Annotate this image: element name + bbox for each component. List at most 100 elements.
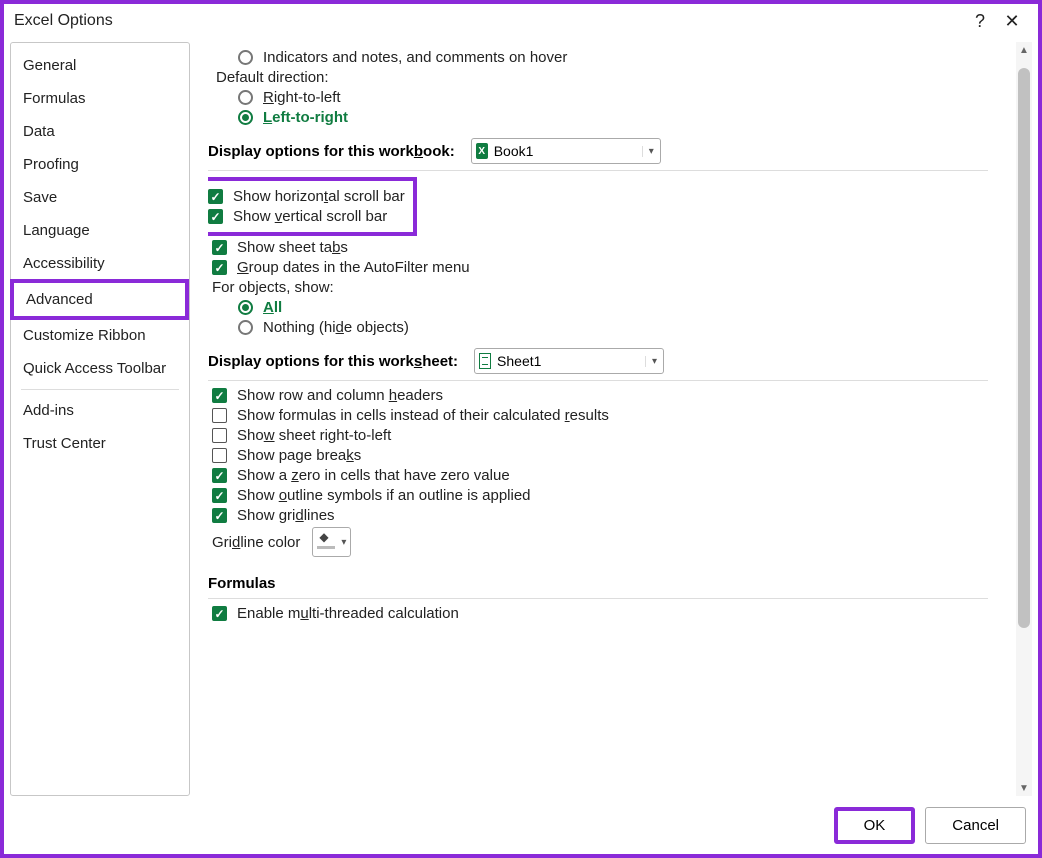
show-tabs-label: Show sheet tabs	[237, 239, 348, 256]
radio-indicators[interactable]	[238, 50, 253, 65]
show-tabs-row[interactable]: Show sheet tabs	[212, 239, 1010, 256]
sidebar-item-customize-ribbon[interactable]: Customize Ribbon	[11, 319, 189, 352]
ltr-row[interactable]: Left-to-right	[208, 109, 1010, 126]
sidebar-separator	[21, 389, 179, 390]
workbook-dropdown[interactable]: X Book1 ▾	[471, 138, 661, 164]
worksheet-section-header: Display options for this worksheet: Shee…	[208, 348, 1010, 374]
checkbox-outline[interactable]	[212, 488, 227, 503]
default-direction-label: Default direction:	[216, 69, 1010, 86]
gridline-color-label: Gridline color	[212, 534, 300, 551]
indicators-row[interactable]: Indicators and notes, and comments on ho…	[208, 49, 1010, 66]
pagebreaks-label: Show page breaks	[237, 447, 361, 464]
worksheet-section-title: Display options for this worksheet:	[208, 353, 458, 370]
formulas-section-header: Formulas	[208, 575, 1010, 592]
sidebar-item-language[interactable]: Language	[11, 214, 189, 247]
scroll-up-icon[interactable]: ▲	[1016, 42, 1032, 58]
ok-button[interactable]: OK	[834, 807, 916, 844]
chevron-down-icon: ▾	[645, 356, 663, 367]
sheet-icon	[479, 353, 491, 369]
cancel-button[interactable]: Cancel	[925, 807, 1026, 844]
checkbox-rowcol[interactable]	[212, 388, 227, 403]
excel-options-dialog: Excel Options ? ✕ General Formulas Data …	[0, 0, 1042, 858]
dialog-footer: OK Cancel	[834, 807, 1026, 844]
radio-rtl[interactable]	[238, 90, 253, 105]
rtl-label: Right-to-left	[263, 89, 341, 106]
sidebar-item-addins[interactable]: Add-ins	[11, 394, 189, 427]
help-icon[interactable]: ?	[964, 11, 996, 32]
options-panel: Indicators and notes, and comments on ho…	[208, 42, 1032, 796]
sidebar-item-data[interactable]: Data	[11, 115, 189, 148]
workbook-section-header: Display options for this workbook: X Boo…	[208, 138, 1010, 164]
nothing-row[interactable]: Nothing (hide objects)	[208, 319, 1010, 336]
titlebar: Excel Options ? ✕	[4, 4, 1038, 38]
gridlines-row[interactable]: Show gridlines	[212, 507, 1010, 524]
rowcol-label: Show row and column headers	[237, 387, 443, 404]
scroll-thumb[interactable]	[1018, 68, 1030, 628]
workbook-dropdown-value: Book1	[492, 143, 540, 159]
gridline-color-picker[interactable]: ▾	[312, 527, 351, 557]
sidebar-item-accessibility[interactable]: Accessibility	[11, 247, 189, 280]
worksheet-dropdown[interactable]: Sheet1 ▾	[474, 348, 664, 374]
zero-row[interactable]: Show a zero in cells that have zero valu…	[212, 467, 1010, 484]
checkbox-gridlines[interactable]	[212, 508, 227, 523]
rtl-sheet-row[interactable]: Show sheet right-to-left	[212, 427, 1010, 444]
show-v-scroll-label: Show vertical scroll bar	[233, 208, 387, 225]
excel-icon: X	[476, 143, 488, 159]
checkbox-v-scroll[interactable]	[208, 209, 223, 224]
indicators-label: Indicators and notes, and comments on ho…	[263, 49, 567, 66]
sidebar-item-formulas[interactable]: Formulas	[11, 82, 189, 115]
group-dates-row[interactable]: Group dates in the AutoFilter menu	[212, 259, 1010, 276]
outline-row[interactable]: Show outline symbols if an outline is ap…	[212, 487, 1010, 504]
ltr-label: Left-to-right	[263, 109, 348, 126]
sidebar-item-save[interactable]: Save	[11, 181, 189, 214]
close-icon[interactable]: ✕	[996, 11, 1028, 32]
radio-all[interactable]	[238, 300, 253, 315]
checkbox-rtl-sheet[interactable]	[212, 428, 227, 443]
gridline-color-row: Gridline color ▾	[212, 527, 1010, 557]
multithread-row[interactable]: Enable multi-threaded calculation	[212, 605, 1010, 622]
for-objects-label: For objects, show:	[212, 279, 1010, 296]
checkbox-pagebreaks[interactable]	[212, 448, 227, 463]
workbook-section-title: Display options for this workbook:	[208, 143, 455, 160]
sidebar: General Formulas Data Proofing Save Lang…	[10, 42, 190, 796]
pagebreaks-row[interactable]: Show page breaks	[212, 447, 1010, 464]
outline-label: Show outline symbols if an outline is ap…	[237, 487, 531, 504]
group-dates-label: Group dates in the AutoFilter menu	[237, 259, 470, 276]
scroll-down-icon[interactable]: ▼	[1016, 780, 1032, 796]
all-row[interactable]: All	[208, 299, 1010, 316]
multithread-label: Enable multi-threaded calculation	[237, 605, 459, 622]
checkbox-zero[interactable]	[212, 468, 227, 483]
checkbox-formulas[interactable]	[212, 408, 227, 423]
chevron-down-icon: ▾	[642, 146, 660, 157]
worksheet-dropdown-value: Sheet1	[495, 353, 547, 369]
checkbox-group-dates[interactable]	[212, 260, 227, 275]
color-swatch-icon	[317, 535, 335, 549]
formulas-section-title: Formulas	[208, 575, 276, 592]
zero-label: Show a zero in cells that have zero valu…	[237, 467, 510, 484]
rtl-sheet-label: Show sheet right-to-left	[237, 427, 391, 444]
sidebar-item-trust-center[interactable]: Trust Center	[11, 427, 189, 460]
scrollbar[interactable]: ▲ ▼	[1016, 42, 1032, 796]
nothing-label: Nothing (hide objects)	[263, 319, 409, 336]
checkbox-multithread[interactable]	[212, 606, 227, 621]
all-label: All	[263, 299, 282, 316]
rowcol-row[interactable]: Show row and column headers	[212, 387, 1010, 404]
formulas-row[interactable]: Show formulas in cells instead of their …	[212, 407, 1010, 424]
scrollbar-highlight: Show horizontal scroll bar Show vertical…	[208, 177, 417, 236]
checkbox-h-scroll[interactable]	[208, 189, 223, 204]
radio-nothing[interactable]	[238, 320, 253, 335]
show-h-scroll-label: Show horizontal scroll bar	[233, 188, 405, 205]
sidebar-item-general[interactable]: General	[11, 49, 189, 82]
show-v-scroll-row[interactable]: Show vertical scroll bar	[208, 208, 405, 225]
show-h-scroll-row[interactable]: Show horizontal scroll bar	[208, 188, 405, 205]
chevron-down-icon: ▾	[341, 537, 346, 548]
sidebar-item-quick-access[interactable]: Quick Access Toolbar	[11, 352, 189, 385]
rtl-row[interactable]: Right-to-left	[208, 89, 1010, 106]
dialog-title: Excel Options	[14, 12, 113, 30]
sidebar-item-advanced[interactable]: Advanced	[10, 279, 189, 320]
radio-ltr[interactable]	[238, 110, 253, 125]
sidebar-item-proofing[interactable]: Proofing	[11, 148, 189, 181]
formulas-label: Show formulas in cells instead of their …	[237, 407, 609, 424]
checkbox-sheet-tabs[interactable]	[212, 240, 227, 255]
gridlines-label: Show gridlines	[237, 507, 335, 524]
